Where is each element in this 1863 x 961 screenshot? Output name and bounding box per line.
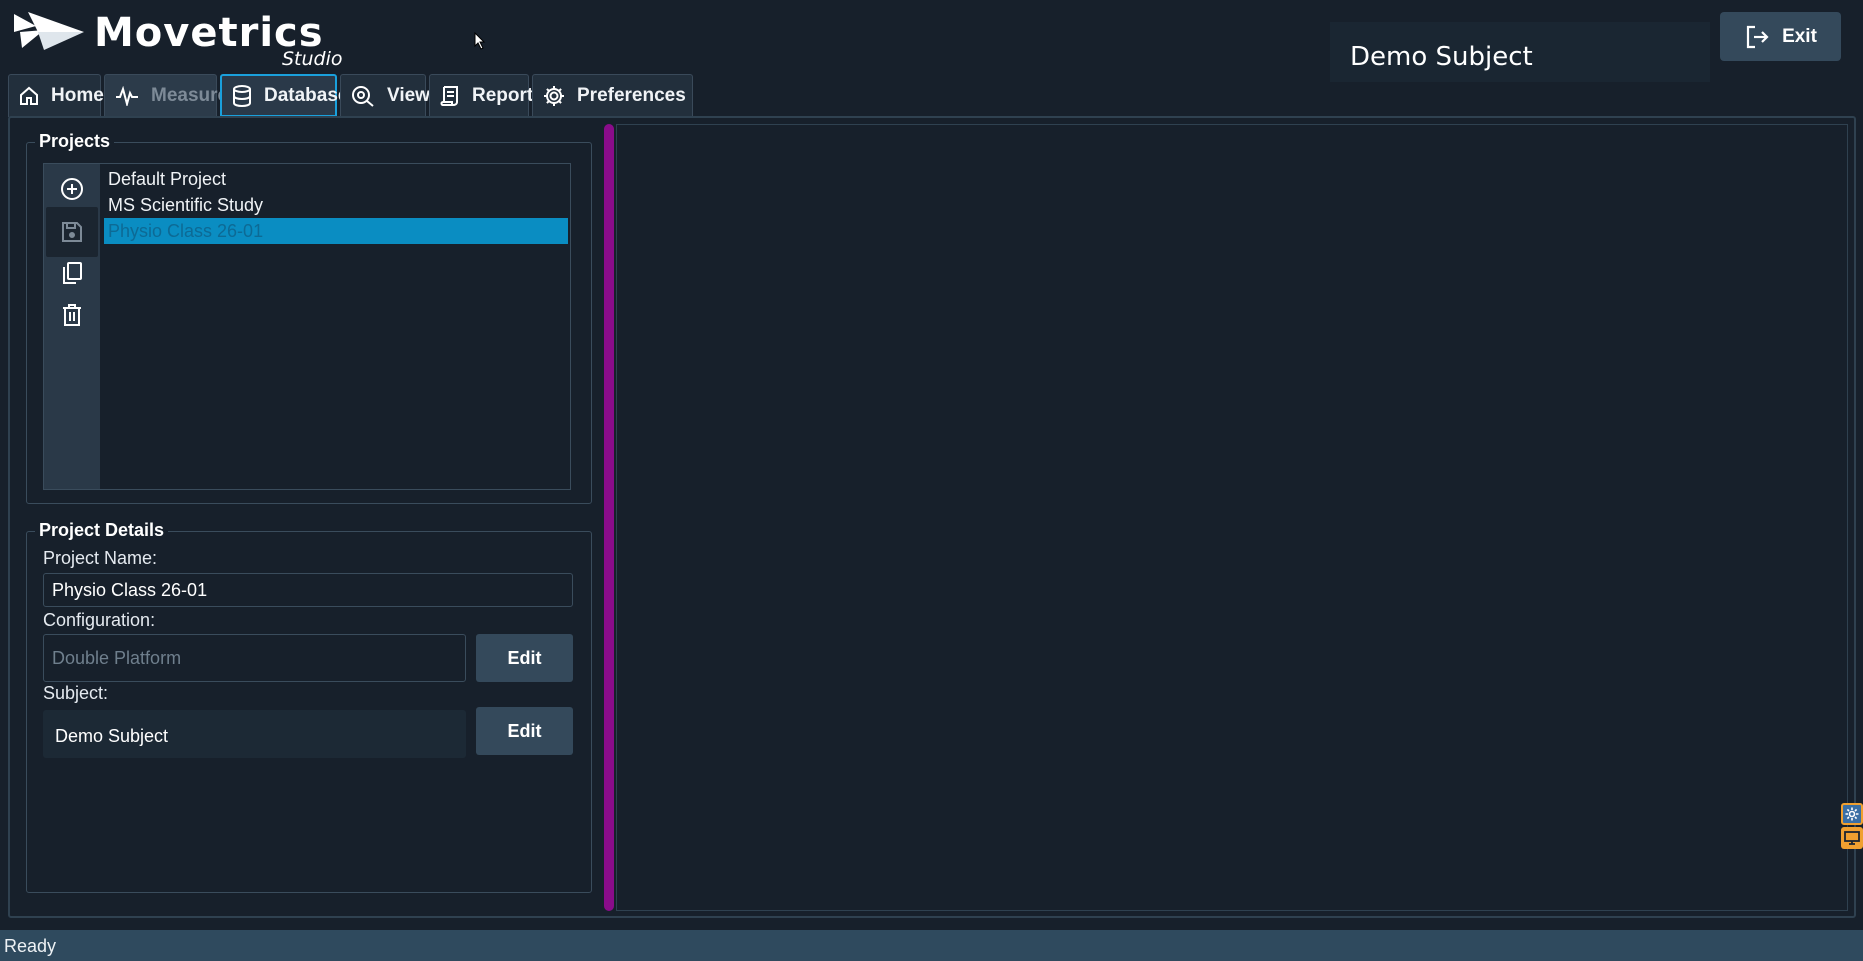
trash-icon [63,304,81,326]
report-icon [440,86,458,106]
tab-database-label: Database [264,84,349,106]
gear-icon [1845,807,1859,821]
project-name-input[interactable]: Physio Class 26-01 [43,573,573,607]
main-tabs: Home Measure Database View Report Prefer… [8,74,693,117]
tab-home[interactable]: Home [8,74,104,117]
project-list-item[interactable]: MS Scientific Study [104,192,568,218]
tab-home-label: Home [51,85,104,106]
tab-database[interactable]: Database [220,74,349,117]
projects-toolbar [44,164,100,489]
edit-configuration-button[interactable]: Edit [476,634,573,682]
copy-icon [63,262,82,284]
app-window: Movetrics Studio Demo Subject Exit Home … [0,0,1863,961]
gear-icon [544,86,564,106]
status-bar: Ready [0,930,1863,961]
projects-group: Projects Default Project MS Scientific S… [26,131,592,504]
edit-subject-button[interactable]: Edit [476,707,573,755]
eye-icon [352,86,374,107]
database-icon [233,84,251,107]
subject-label: Subject: [43,683,109,703]
add-icon [61,178,83,200]
exit-button[interactable]: Exit [1720,12,1841,61]
logo-mark-icon [14,12,84,50]
tab-measure[interactable]: Measure [104,74,228,117]
monitor-icon [1844,831,1860,845]
logo-subtext: Studio [282,48,343,70]
subject-field: Demo Subject [43,710,466,758]
app-logo: Movetrics Studio [14,10,374,70]
tab-view[interactable]: View [340,74,430,117]
exit-label: Exit [1782,25,1817,47]
mouse-cursor-icon [474,32,486,50]
project-details-title: Project Details [35,520,169,541]
tab-report[interactable]: Report [429,74,533,117]
pulse-icon [116,86,138,106]
project-list-item-selected[interactable]: Physio Class 26-01 [104,218,568,244]
home-icon [20,86,38,105]
exit-icon [1746,25,1769,48]
tab-view-label: View [387,85,430,106]
project-name-label: Project Name: [43,548,158,568]
tab-measure-label: Measure [151,85,229,106]
projects-box: Default Project MS Scientific Study Phys… [43,163,571,490]
right-content-panel [616,124,1848,911]
left-panel: Projects Default Project MS Scientific S… [16,124,607,911]
current-subject-display: Demo Subject [1330,22,1710,82]
project-details-group: Project Details Project Name: Physio Cla… [26,520,592,893]
tab-preferences-label: Preferences [577,85,686,106]
projects-list[interactable]: Default Project MS Scientific Study Phys… [102,164,570,489]
panel-splitter[interactable] [604,124,614,911]
configuration-label: Configuration: [43,610,156,630]
configuration-field: Double Platform [43,634,466,682]
status-text: Ready [4,936,57,956]
tab-preferences[interactable]: Preferences [532,74,693,117]
display-tray-icon[interactable] [1841,827,1863,849]
projects-group-title: Projects [35,131,115,152]
tab-report-label: Report [472,85,534,106]
settings-tray-icon[interactable] [1841,803,1863,825]
project-list-item[interactable]: Default Project [104,166,568,192]
delete-project-button[interactable] [46,290,98,340]
save-icon [62,222,82,242]
